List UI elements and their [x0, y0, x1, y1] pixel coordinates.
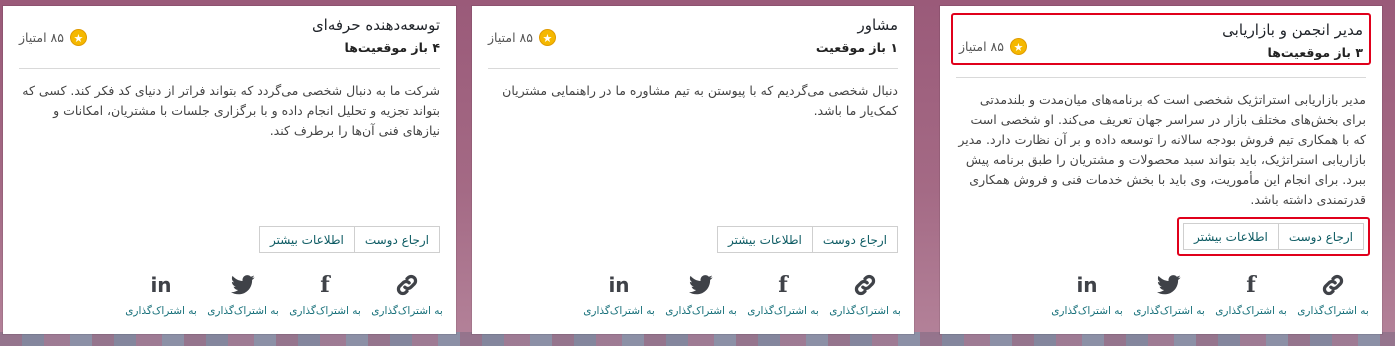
job-description: دنبال شخصی می‌گردیم که با پیوستن به تیم … [502, 83, 898, 118]
divider [488, 68, 898, 69]
star-icon: ★ [1009, 38, 1027, 55]
points-value: ۸۵ امتیاز [19, 30, 64, 45]
share-link[interactable]: به اشتراک‌گذاری [1292, 271, 1374, 317]
share-link[interactable]: به اشتراک‌گذاری [824, 271, 906, 317]
share-label: به اشتراک‌گذاری [665, 305, 737, 317]
points-value: ۸۵ امتیاز [959, 39, 1004, 54]
action-buttons: ارجاع دوست اطلاعات بیشتر [1176, 217, 1370, 256]
linkedin-icon: in [150, 273, 172, 297]
action-buttons: ارجاع دوست اطلاعات بیشتر [716, 226, 898, 253]
linkedin-icon: in [1076, 273, 1098, 297]
share-label: به اشتراک‌گذاری [289, 305, 361, 317]
share-link[interactable]: به اشتراک‌گذاری [366, 271, 448, 317]
share-label: به اشتراک‌گذاری [1215, 305, 1287, 317]
action-buttons: ارجاع دوست اطلاعات بیشتر [258, 226, 440, 253]
job-description: مدیر بازاریابی استراتژیک شخصی است که برن… [958, 92, 1366, 207]
share-twitter[interactable]: به اشتراک‌گذاری [202, 271, 284, 317]
more-info-button[interactable]: اطلاعات بیشتر [258, 226, 354, 253]
star-icon: ★ [538, 29, 556, 46]
twitter-icon [231, 271, 255, 299]
link-icon [1320, 271, 1346, 299]
share-twitter[interactable]: به اشتراک‌گذاری [660, 271, 742, 317]
job-card-marketing-manager: مدیر انجمن و بازاریابی ۳ باز موقعیت‌ها ★… [940, 6, 1382, 334]
link-icon [394, 271, 420, 299]
divider [19, 68, 440, 69]
link-icon [852, 271, 878, 299]
card-header: توسعه‌دهنده حرفه‌ای ۴ باز موقعیت‌ها ★ ۸۵… [13, 6, 446, 56]
twitter-icon [689, 271, 713, 299]
facebook-icon: f [778, 272, 788, 298]
share-twitter[interactable]: به اشتراک‌گذاری [1128, 271, 1210, 317]
share-label: به اشتراک‌گذاری [1133, 305, 1205, 317]
share-facebook[interactable]: f به اشتراک‌گذاری [742, 271, 824, 317]
facebook-icon: f [1246, 272, 1256, 298]
job-description: شرکت ما به دنبال شخصی می‌گردد که بتواند … [22, 83, 440, 138]
card-header: مدیر انجمن و بازاریابی ۳ باز موقعیت‌ها ★… [951, 13, 1371, 65]
share-bar: به اشتراک‌گذاری f به اشتراک‌گذاری به اشت… [948, 271, 1374, 317]
points-value: ۸۵ امتیاز [488, 30, 533, 45]
share-label: به اشتراک‌گذاری [371, 305, 443, 317]
share-linkedin[interactable]: in به اشتراک‌گذاری [578, 271, 660, 317]
refer-friend-button[interactable]: ارجاع دوست [811, 226, 898, 253]
refer-friend-button[interactable]: ارجاع دوست [1277, 223, 1364, 250]
share-bar: به اشتراک‌گذاری f به اشتراک‌گذاری به اشت… [480, 271, 906, 317]
more-info-button[interactable]: اطلاعات بیشتر [716, 226, 812, 253]
share-linkedin[interactable]: in به اشتراک‌گذاری [120, 271, 202, 317]
share-facebook[interactable]: f به اشتراک‌گذاری [1210, 271, 1292, 317]
share-label: به اشتراک‌گذاری [207, 305, 279, 317]
twitter-icon [1157, 271, 1181, 299]
star-icon: ★ [69, 29, 87, 46]
points-badge: ★ ۸۵ امتیاز [488, 29, 556, 46]
share-bar: به اشتراک‌گذاری f به اشتراک‌گذاری به اشت… [11, 271, 448, 317]
share-linkedin[interactable]: in به اشتراک‌گذاری [1046, 271, 1128, 317]
share-facebook[interactable]: f به اشتراک‌گذاری [284, 271, 366, 317]
divider [956, 77, 1366, 78]
share-label: به اشتراک‌گذاری [747, 305, 819, 317]
share-label: به اشتراک‌گذاری [829, 305, 901, 317]
job-card-developer: توسعه‌دهنده حرفه‌ای ۴ باز موقعیت‌ها ★ ۸۵… [3, 6, 456, 334]
background-city-strip [0, 332, 1395, 346]
share-label: به اشتراک‌گذاری [1051, 305, 1123, 317]
share-label: به اشتراک‌گذاری [583, 305, 655, 317]
card-header: مشاور ۱ باز موقعیت ★ ۸۵ امتیاز [482, 6, 904, 56]
share-label: به اشتراک‌گذاری [1297, 305, 1369, 317]
share-label: به اشتراک‌گذاری [125, 305, 197, 317]
job-card-consultant: مشاور ۱ باز موقعیت ★ ۸۵ امتیاز دنبال شخص… [472, 6, 914, 334]
facebook-icon: f [320, 272, 330, 298]
points-badge: ★ ۸۵ امتیاز [19, 29, 87, 46]
points-badge: ★ ۸۵ امتیاز [959, 38, 1027, 55]
linkedin-icon: in [608, 273, 630, 297]
more-info-button[interactable]: اطلاعات بیشتر [1182, 223, 1278, 250]
refer-friend-button[interactable]: ارجاع دوست [353, 226, 440, 253]
